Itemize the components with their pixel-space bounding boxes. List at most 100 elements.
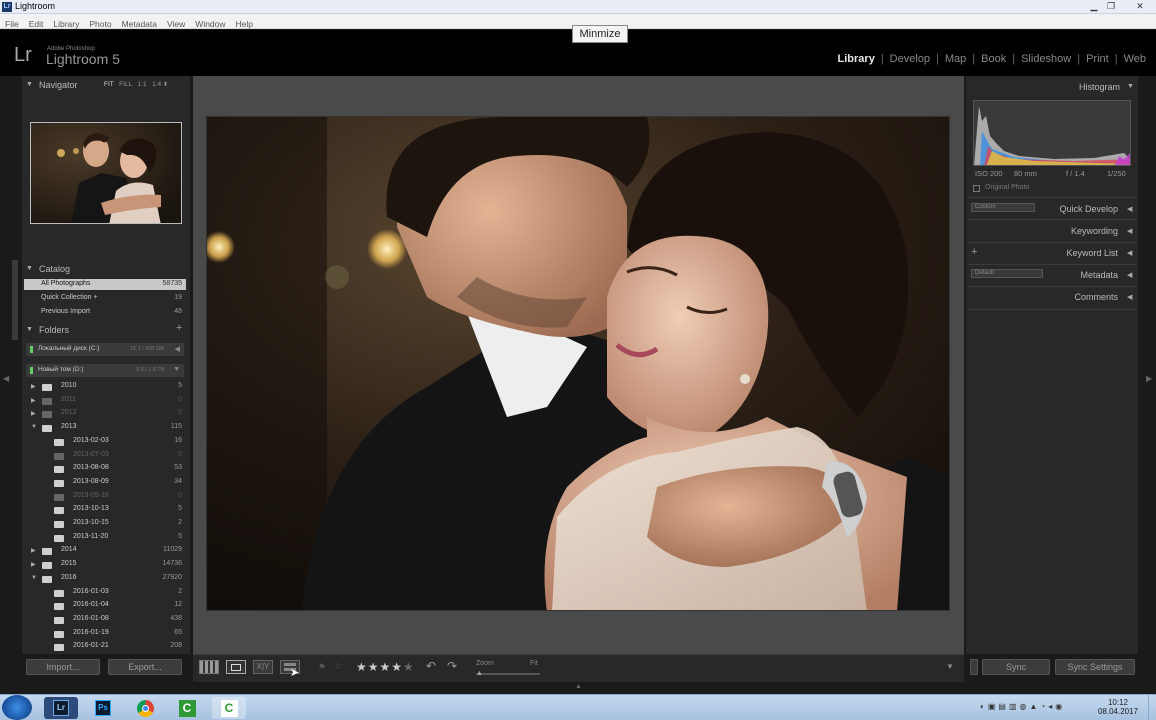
folder-row[interactable]: 2016-01-03 2 — [24, 587, 186, 599]
histogram-graph[interactable] — [973, 100, 1131, 166]
loupe-view-icon[interactable] — [226, 660, 246, 674]
folder-row[interactable]: 2016-01-19 65 — [24, 628, 186, 640]
original-photo-checkbox[interactable] — [973, 185, 980, 192]
menu-window[interactable]: Window — [190, 17, 230, 29]
keyword-list-expand-icon[interactable]: ◀ — [1127, 249, 1132, 257]
compare-view-icon[interactable]: X|Y — [253, 660, 273, 674]
left-panel-toggle-icon[interactable]: ◀ — [3, 374, 9, 383]
add-folder-icon[interactable]: + — [176, 322, 182, 334]
module-print[interactable]: Print — [1086, 53, 1109, 65]
keyword-list-title[interactable]: Keyword List — [1066, 248, 1118, 258]
folder-row[interactable]: ▶ 2011 0 — [24, 395, 186, 407]
flag-pick-icon[interactable]: ⚑ — [318, 662, 326, 673]
taskbar-clock[interactable]: 10:12 08.04.2017 — [1098, 698, 1138, 716]
folder-collapse-icon[interactable]: ▼ — [31, 575, 37, 581]
folder-expand-icon[interactable]: ▶ — [31, 561, 36, 568]
menu-photo[interactable]: Photo — [84, 17, 116, 29]
comments-title[interactable]: Comments — [1074, 292, 1118, 302]
metadata-title[interactable]: Metadata — [1080, 270, 1118, 280]
folder-row[interactable]: 2013-10-13 5 — [24, 504, 186, 516]
drive-expand-icon[interactable]: ◀ — [175, 345, 180, 353]
close-button[interactable]: ✕ — [1130, 1, 1150, 12]
menu-file[interactable]: File — [0, 17, 24, 29]
catalog-item-previous-import[interactable]: Previous Import 48 — [24, 307, 186, 318]
taskbar-photoshop[interactable]: Ps — [86, 697, 120, 719]
folder-expand-icon[interactable]: ▶ — [31, 547, 36, 554]
system-tray-icons[interactable]: ◐▣▤▥◍▲◔◂◉ — [980, 702, 1080, 714]
export-button[interactable]: Export... — [108, 659, 182, 675]
folder-row[interactable]: 2013-08-09 34 — [24, 477, 186, 489]
folder-row[interactable]: 2013-08-08 53 — [24, 463, 186, 475]
folder-expand-icon[interactable]: ▶ — [31, 383, 36, 390]
left-panel-scrollbar[interactable] — [12, 260, 18, 340]
main-photo[interactable] — [206, 116, 950, 611]
keywording-expand-icon[interactable]: ◀ — [1127, 227, 1132, 235]
filmstrip-toggle-icon[interactable]: ▲ — [575, 683, 582, 690]
drive-d[interactable]: Новый том (D:) 0.8 / 1.6 TB ▼ — [26, 364, 184, 377]
sync-button[interactable]: Sync — [982, 659, 1050, 675]
catalog-item-quick-collection[interactable]: Quick Collection + 19 — [24, 293, 186, 304]
right-panel-toggle-icon[interactable]: ▶ — [1146, 374, 1152, 383]
folder-collapse-icon[interactable]: ▼ — [31, 424, 37, 430]
folder-row[interactable]: 2013-11-20 5 — [24, 532, 186, 544]
folders-collapse-icon[interactable]: ▼ — [26, 326, 33, 333]
zoom-slider[interactable] — [476, 673, 540, 675]
toolbar-menu-chevron-icon[interactable]: ▼ — [946, 662, 954, 671]
menu-view[interactable]: View — [162, 17, 190, 29]
zoom-1-1[interactable]: 1:1 — [138, 81, 147, 88]
folder-row[interactable]: 2016-01-21 208 — [24, 641, 186, 652]
module-web[interactable]: Web — [1124, 53, 1146, 65]
histogram-collapse-icon[interactable]: ▼ — [1127, 83, 1134, 90]
auto-sync-toggle[interactable] — [970, 659, 978, 675]
module-map[interactable]: Map — [945, 53, 966, 65]
folder-row[interactable]: 2016-01-04 12 — [24, 600, 186, 612]
taskbar-camtasia-2[interactable]: C — [212, 697, 246, 719]
drive-collapse-icon[interactable]: ▼ — [173, 366, 180, 373]
folder-row[interactable]: 2013-07-03 0 — [24, 450, 186, 462]
star-rating[interactable]: ★★★★★ — [356, 660, 415, 674]
quick-develop-preset-select[interactable]: Custom — [971, 203, 1035, 212]
module-book[interactable]: Book — [981, 53, 1006, 65]
rotate-left-icon[interactable]: ↶ — [426, 659, 436, 673]
comments-expand-icon[interactable]: ◀ — [1127, 293, 1132, 301]
restore-button[interactable]: ❐ — [1103, 1, 1119, 12]
menu-help[interactable]: Help — [231, 17, 258, 29]
folder-row[interactable]: ▶ 2012 0 — [24, 408, 186, 420]
folder-row[interactable]: ▼ 2013 115 — [24, 422, 186, 434]
module-library[interactable]: Library — [838, 53, 875, 65]
folder-row[interactable]: 2016-01-08 438 — [24, 614, 186, 626]
metadata-preset-select[interactable]: Default — [971, 269, 1043, 278]
folder-expand-icon[interactable]: ▶ — [31, 410, 36, 417]
zoom-dropdown-icon[interactable]: ⬍ — [163, 82, 168, 88]
taskbar-camtasia-1[interactable]: C — [170, 697, 204, 719]
keywording-title[interactable]: Keywording — [1071, 226, 1118, 236]
menu-metadata[interactable]: Metadata — [117, 17, 162, 29]
folder-row[interactable]: ▶ 2014 11029 — [24, 545, 186, 557]
zoom-1-4[interactable]: 1:4 — [152, 81, 161, 88]
catalog-collapse-icon[interactable]: ▼ — [26, 265, 33, 272]
sync-settings-button[interactable]: Sync Settings — [1055, 659, 1135, 675]
zoom-fit[interactable]: FIT — [104, 81, 114, 88]
module-slideshow[interactable]: Slideshow — [1021, 53, 1071, 65]
add-keyword-icon[interactable]: + — [971, 246, 977, 258]
folder-row[interactable]: 2013-10-15 2 — [24, 518, 186, 530]
drive-c[interactable]: Локальный диск (C:) 15,1 / 200 GB ◀ — [26, 343, 184, 356]
taskbar-lightroom[interactable]: Lr — [44, 697, 78, 719]
start-button-icon[interactable] — [2, 695, 32, 720]
import-button[interactable]: Import... — [26, 659, 100, 675]
grid-view-icon[interactable] — [199, 660, 219, 674]
quick-develop-title[interactable]: Quick Develop — [1059, 204, 1118, 214]
navigator-collapse-icon[interactable]: ▼ — [26, 81, 33, 88]
taskbar-chrome[interactable] — [128, 697, 162, 719]
menu-library[interactable]: Library — [48, 17, 84, 29]
zoom-slider-handle-icon[interactable]: ▲ — [476, 670, 483, 677]
folder-row[interactable]: 2013-02-03 16 — [24, 436, 186, 448]
flag-reject-icon[interactable]: ⚐ — [335, 662, 343, 673]
zoom-fill[interactable]: FILL — [119, 81, 132, 88]
folder-row[interactable]: ▶ 2015 14736 — [24, 559, 186, 571]
catalog-item-all-photographs[interactable]: All Photographs 58735 — [24, 279, 186, 290]
navigator-preview[interactable] — [30, 122, 182, 224]
metadata-expand-icon[interactable]: ◀ — [1127, 271, 1132, 279]
quick-develop-expand-icon[interactable]: ◀ — [1127, 205, 1132, 213]
folder-row[interactable]: ▶ 2010 5 — [24, 381, 186, 393]
